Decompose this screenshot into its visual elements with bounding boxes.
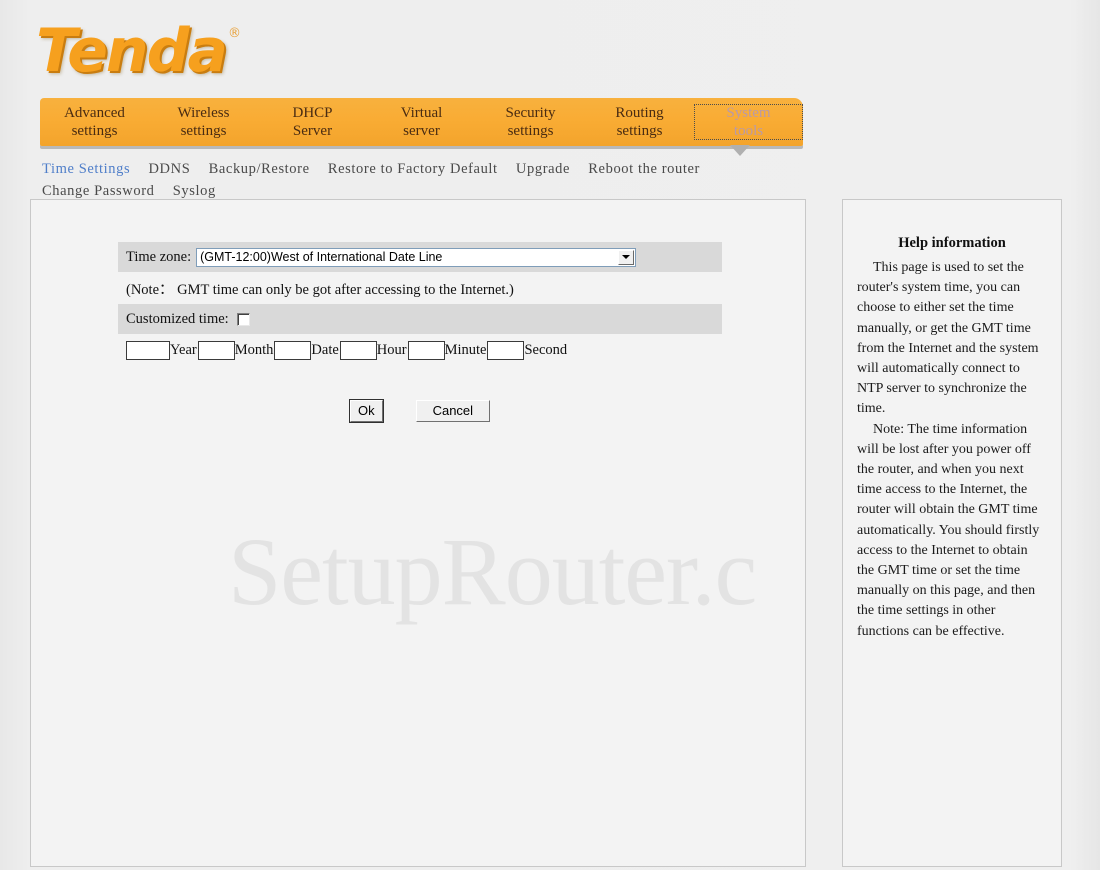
customized-time-checkbox[interactable] — [236, 312, 250, 326]
timezone-select[interactable]: (GMT-12:00)West of International Date Li… — [196, 247, 637, 267]
help-title: Help information — [898, 235, 1006, 251]
subnav-item-reboot-the-router[interactable]: Reboot the router — [588, 161, 700, 177]
nav-tab-label-line1: Wireless — [177, 105, 230, 121]
subnav-item-upgrade[interactable]: Upgrade — [516, 161, 570, 177]
nav-tab-label-line2: Server — [292, 123, 333, 139]
hour-label: Hour — [376, 341, 407, 358]
nav-tab-label-line2: settings — [180, 123, 227, 139]
hour-input[interactable] — [339, 340, 377, 360]
nav-tab-virtual[interactable]: Virtual server — [367, 104, 476, 140]
main-content-panel: Time zone: (GMT-12:00)West of Internatio… — [30, 199, 806, 867]
chevron-down-icon[interactable] — [618, 249, 635, 265]
nav-tab-wireless[interactable]: Wireless settings — [149, 104, 258, 140]
logo-wordmark: Tenda — [36, 16, 228, 86]
nav-tab-dhcp[interactable]: DHCP Server — [258, 104, 367, 140]
active-tab-pointer-icon — [730, 145, 750, 156]
registered-trademark-icon: ® — [228, 26, 242, 41]
month-input[interactable] — [197, 340, 235, 360]
form-action-buttons: Ok Cancel — [118, 399, 722, 423]
nav-tab-label-line2: tools — [733, 123, 764, 139]
nav-tab-label-line2: settings — [616, 123, 663, 139]
customized-time-label: Customized time: — [126, 310, 229, 327]
subnav-item-syslog[interactable]: Syslog — [173, 183, 216, 199]
timezone-label: Time zone: — [126, 248, 192, 265]
subnav-item-time-settings[interactable]: Time Settings — [42, 161, 130, 177]
second-label: Second — [524, 341, 568, 358]
subnav-item-change-password[interactable]: Change Password — [42, 183, 155, 199]
main-navigation-bar: Advanced settings Wireless settings DHCP Serv… — [40, 98, 803, 146]
subnav-item-ddns[interactable]: DDNS — [148, 161, 190, 177]
year-label: Year — [170, 341, 197, 358]
nav-tab-label-line2: server — [403, 123, 440, 139]
nav-tab-label-line2: settings — [71, 123, 118, 139]
timezone-selected-value: (GMT-12:00)West of International Date Li… — [200, 250, 443, 264]
help-panel: Help information This page is used to se… — [842, 199, 1062, 867]
timezone-note-row: (Note： GMT time can only be got after ac… — [118, 272, 722, 304]
nav-tab-security[interactable]: Security settings — [476, 104, 585, 140]
nav-tab-system[interactable]: System tools — [694, 104, 803, 140]
subnav-item-restore-to-factory-default[interactable]: Restore to Factory Default — [328, 161, 498, 177]
nav-tab-label-line2: settings — [507, 123, 554, 139]
time-settings-form: Time zone: (GMT-12:00)West of Internatio… — [118, 242, 722, 366]
sub-navigation-bar: Time Settings DDNS Backup/Restore Restor… — [42, 158, 787, 202]
subnav-item-backup-restore[interactable]: Backup/Restore — [209, 161, 310, 177]
help-paragraph-2: Note: The time information will be lost … — [857, 421, 1040, 639]
nav-tab-label-line1: Virtual — [400, 105, 443, 121]
minute-label: Minute — [444, 341, 487, 358]
nav-tab-label-line1: System — [726, 105, 771, 121]
datetime-fields-row: Year Month Date Hour Minute Second — [118, 334, 722, 366]
date-input[interactable] — [274, 340, 312, 360]
minute-input[interactable] — [407, 340, 445, 360]
customized-time-row: Customized time: — [118, 304, 722, 334]
month-label: Month — [234, 341, 274, 358]
nav-tab-label-line1: Security — [505, 105, 556, 121]
nav-tab-routing[interactable]: Routing settings — [585, 104, 694, 140]
ok-button[interactable]: Ok — [348, 399, 384, 423]
nav-tab-label-line1: DHCP — [292, 105, 333, 121]
second-input[interactable] — [487, 340, 525, 360]
timezone-note: (Note： GMT time can only be got after ac… — [126, 281, 514, 298]
year-input[interactable] — [126, 340, 170, 360]
nav-tab-label-line1: Advanced — [64, 105, 125, 121]
nav-tab-advanced[interactable]: Advanced settings — [40, 104, 149, 140]
nav-tab-label-line1: Routing — [615, 105, 664, 121]
date-label: Date — [311, 341, 339, 358]
cancel-button[interactable]: Cancel — [415, 400, 491, 422]
help-paragraph-1: This page is used to set the router's sy… — [857, 260, 1039, 417]
timezone-row: Time zone: (GMT-12:00)West of Internatio… — [118, 242, 722, 272]
tenda-logo: Tenda ® — [36, 16, 242, 88]
